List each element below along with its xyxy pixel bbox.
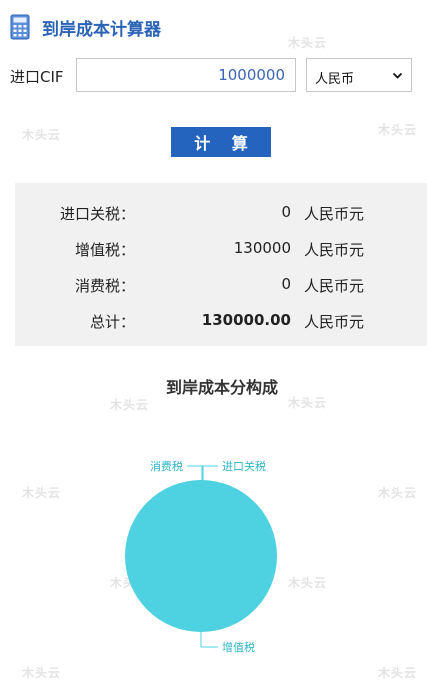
app-header: 到岸成本计算器 [10, 14, 161, 40]
currency-select[interactable]: 人民币 [306, 58, 412, 92]
import-duty-unit: 人民币元 [304, 205, 365, 223]
cif-input[interactable] [76, 58, 296, 92]
cif-label: 进口CIF [10, 68, 64, 86]
leader-line-consumption-tax [187, 465, 203, 481]
leader-line-import-duty [202, 465, 218, 481]
result-row-import-duty: 进口关税： 0 人民币元 [15, 203, 427, 223]
import-duty-label: 进口关税： [59, 205, 135, 223]
consumption-tax-value: 0 [281, 275, 291, 293]
watermark: 木头云 [288, 36, 328, 50]
watermark: 木头云 [22, 128, 62, 142]
cif-row: 进口CIF 人民币 [10, 58, 412, 94]
vat-label: 增值税： [74, 241, 135, 259]
page-title: 到岸成本计算器 [42, 19, 161, 40]
total-unit: 人民币元 [304, 313, 365, 331]
result-row-consumption-tax: 消费税： 0 人民币元 [15, 275, 427, 295]
total-label: 总计： [89, 313, 135, 331]
watermark: 木头云 [110, 398, 150, 412]
currency-selected-value: 人民币 [315, 72, 355, 87]
watermark: 木头云 [378, 123, 418, 137]
pie-label-consumption-tax: 消费税 [150, 459, 183, 473]
calculate-button[interactable]: 计 算 [171, 127, 271, 157]
chevron-down-icon [392, 72, 403, 79]
pie-label-import-duty: 进口关税 [222, 459, 266, 473]
chart-title: 到岸成本分构成 [165, 378, 278, 397]
pie-label-vat: 增值税 [222, 640, 255, 654]
vat-unit: 人民币元 [304, 241, 365, 259]
result-row-total: 总计： 130000.00 人民币元 [15, 311, 427, 331]
results-panel: 进口关税： 0 人民币元 增值税： 130000 人民币元 消费税： 0 人民币… [15, 183, 427, 346]
total-value: 130000.00 [201, 311, 291, 329]
calculate-button-label: 计 算 [194, 134, 256, 153]
calculator-icon [10, 14, 30, 40]
consumption-tax-unit: 人民币元 [304, 277, 365, 295]
result-row-vat: 增值税： 130000 人民币元 [15, 239, 427, 259]
import-duty-value: 0 [281, 203, 291, 221]
cost-composition-pie-chart: 消费税 进口关税增值税 [125, 459, 277, 654]
leader-line-vat [200, 632, 218, 648]
pie-slice-vat [125, 480, 277, 632]
consumption-tax-label: 消费税： [74, 277, 135, 295]
vat-value: 130000 [233, 239, 291, 257]
